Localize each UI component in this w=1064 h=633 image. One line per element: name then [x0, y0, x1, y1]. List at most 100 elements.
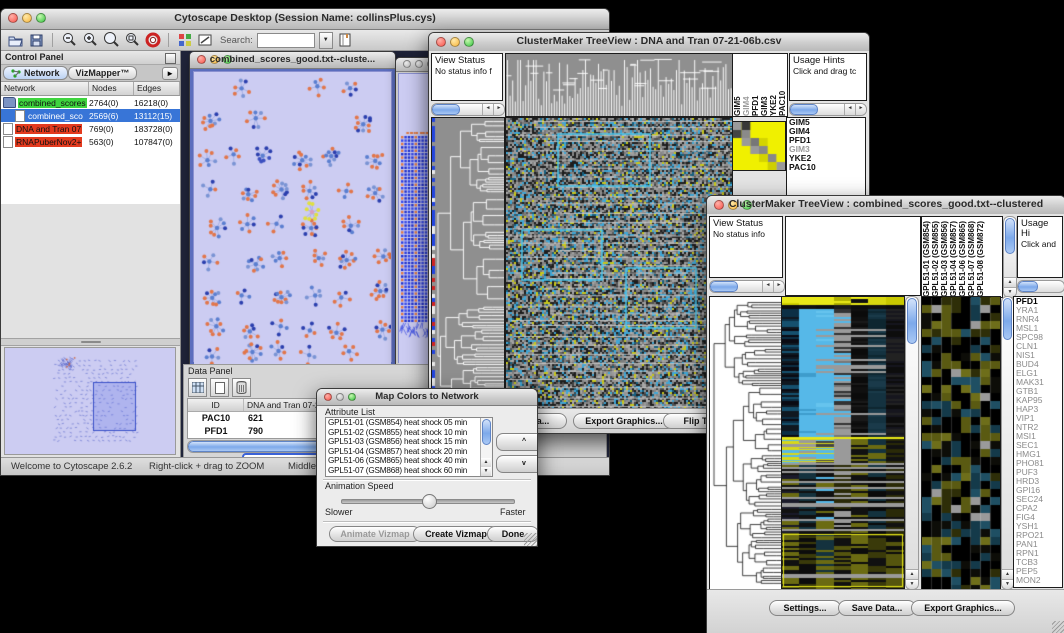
- usage-hints-scrollbar[interactable]: [1017, 280, 1064, 293]
- scroll-left-arrow[interactable]: ◄: [482, 104, 493, 115]
- scroll-down-arrow[interactable]: ▼: [1002, 579, 1013, 589]
- column-label[interactable]: GPL51-06 (GSM865): [958, 217, 967, 297]
- resize-grip[interactable]: [1052, 621, 1064, 633]
- attribute-list-scrollbar[interactable]: ▲ ▼: [480, 418, 492, 476]
- column-header-edges[interactable]: Edges: [134, 82, 180, 95]
- attribute-item[interactable]: GPL51-06 (GSM865) heat shock 40 min: [326, 456, 480, 466]
- save-icon[interactable]: [28, 32, 45, 49]
- usage-hints-scrollbar[interactable]: ◄►: [789, 103, 867, 116]
- heatmap-detail-canvas[interactable]: [732, 121, 786, 171]
- settings-button[interactable]: Settings...: [769, 600, 841, 616]
- scroll-right-arrow[interactable]: ►: [855, 104, 866, 115]
- tab-network[interactable]: Network: [3, 66, 68, 80]
- view-status-scrollbar[interactable]: ◄►: [431, 103, 505, 116]
- column-label[interactable]: GPL51-08 (GSM872): [976, 217, 985, 297]
- column-labels-panel[interactable]: GPL51-01 (GSM854)GPL51-02 (GSM855)GPL51-…: [921, 216, 1003, 298]
- float-panel-icon[interactable]: [165, 53, 176, 64]
- attribute-item[interactable]: GPL51-02 (GSM855) heat shock 10 min: [326, 428, 480, 438]
- slider-thumb[interactable]: [422, 494, 437, 509]
- treeview2-titlebar[interactable]: ClusterMaker TreeView : combined_scores_…: [707, 196, 1064, 215]
- attribute-item[interactable]: GPL51-07 (GSM868) heat shock 60 min: [326, 466, 480, 476]
- zoom-fit-icon[interactable]: [102, 32, 119, 49]
- network-table-row[interactable]: combined_sco 2569(6) 13112(15): [1, 109, 180, 122]
- scrollbar-thumb[interactable]: [907, 298, 917, 344]
- scroll-up-arrow[interactable]: ▲: [1004, 277, 1016, 287]
- column-label[interactable]: GIM5: [733, 54, 742, 116]
- cytoscape-titlebar[interactable]: Cytoscape Desktop (Session Name: collins…: [1, 9, 609, 30]
- move-down-button[interactable]: v: [496, 455, 538, 473]
- annotation-icon[interactable]: [197, 32, 214, 49]
- column-header-id[interactable]: ID: [188, 399, 244, 411]
- column-label[interactable]: GPL51-02 (GSM855): [931, 217, 940, 297]
- row-dendrogram-canvas[interactable]: [709, 296, 783, 590]
- gene-label[interactable]: MON2: [1014, 576, 1062, 585]
- scroll-left-arrow[interactable]: ◄: [844, 104, 855, 115]
- scroll-up-arrow[interactable]: ▲: [1002, 569, 1013, 579]
- heatmap-global-canvas[interactable]: [781, 296, 905, 590]
- save-data-button[interactable]: Save Data...: [838, 600, 916, 616]
- column-label[interactable]: PFD1: [751, 54, 760, 116]
- zoom-selected-icon[interactable]: [123, 32, 140, 49]
- column-label[interactable]: PAC10: [778, 54, 787, 116]
- column-header-nodes[interactable]: Nodes: [89, 82, 134, 95]
- column-label[interactable]: GPL51-01 (GSM854): [922, 217, 931, 297]
- gene-label[interactable]: PAC10: [787, 163, 865, 172]
- network-table-row[interactable]: DNA and Tran 07 769(0) 183728(0): [1, 122, 180, 135]
- heatmap-global-canvas[interactable]: [505, 117, 733, 409]
- help-lifesaver-icon[interactable]: [144, 32, 161, 49]
- column-labels-scrollbar[interactable]: ▲▼: [1003, 216, 1017, 298]
- scroll-up-arrow[interactable]: ▲: [481, 458, 491, 467]
- scrollbar-thumb[interactable]: [432, 104, 460, 115]
- index-book-icon[interactable]: [337, 32, 354, 49]
- panel-splitter[interactable]: [1, 338, 180, 346]
- network-table-header[interactable]: Network Nodes Edges: [1, 82, 180, 96]
- column-dendrogram-area[interactable]: [785, 216, 921, 296]
- attribute-item[interactable]: GPL51-03 (GSM856) heat shock 15 min: [326, 437, 480, 447]
- trash-icon[interactable]: [232, 378, 251, 397]
- heatmap-detail-canvas[interactable]: [921, 296, 1001, 590]
- network-overview-canvas[interactable]: [5, 348, 175, 450]
- scroll-left-arrow[interactable]: ◄: [762, 281, 773, 292]
- resize-grip[interactable]: [524, 533, 537, 546]
- animation-speed-slider[interactable]: [341, 499, 515, 504]
- scroll-right-arrow[interactable]: ►: [493, 104, 504, 115]
- scrollbar-thumb[interactable]: [710, 281, 738, 292]
- gene-label-list[interactable]: PFD1YRA1RNR4MSL1SPC98CLN1NIS1BUD4ELG1MAK…: [1013, 296, 1063, 588]
- scrollbar-thumb[interactable]: [482, 419, 491, 445]
- export-graphics-button[interactable]: Export Graphics...: [573, 413, 675, 429]
- new-page-icon[interactable]: [210, 378, 229, 397]
- network-table-row[interactable]: RNAPuberNov2+ 563(0) 107847(0): [1, 135, 180, 148]
- network-canvas[interactable]: [194, 72, 391, 364]
- treeview1-titlebar[interactable]: ClusterMaker TreeView : DNA and Tran 07-…: [429, 33, 869, 52]
- vizmapper-grid-icon[interactable]: [176, 32, 193, 49]
- column-label[interactable]: GPL51-04 (GSM857): [949, 217, 958, 297]
- attribute-item[interactable]: GPL51-04 (GSM857) heat shock 20 min: [326, 447, 480, 457]
- tab-vizmapper[interactable]: VizMapper™: [68, 66, 138, 80]
- column-label[interactable]: GPL51-07 (GSM868): [967, 217, 976, 297]
- table-grid-icon[interactable]: [188, 378, 207, 397]
- zoom-out-icon[interactable]: [60, 32, 77, 49]
- attribute-item[interactable]: GPL51-01 (GSM854) heat shock 05 min: [326, 418, 480, 428]
- network-view-titlebar[interactable]: combined_scores_good.txt--cluste...: [190, 52, 395, 69]
- scroll-right-arrow[interactable]: ►: [773, 281, 784, 292]
- zoom-in-icon[interactable]: [81, 32, 98, 49]
- scroll-down-arrow[interactable]: ▼: [481, 467, 491, 476]
- column-header-network[interactable]: Network: [1, 82, 89, 95]
- column-label[interactable]: YKE2: [769, 54, 778, 116]
- dialog-titlebar[interactable]: Map Colors to Network: [317, 389, 537, 406]
- heatmap-vscrollbar[interactable]: ▲▼: [905, 296, 919, 590]
- search-input[interactable]: [257, 33, 315, 48]
- search-dropdown-arrow[interactable]: ▼: [319, 32, 333, 49]
- network-overview-panel[interactable]: [4, 347, 176, 455]
- network-table-row[interactable]: combined_scores 2764(0) 16218(0): [1, 96, 180, 109]
- scroll-up-arrow[interactable]: ▲: [906, 569, 918, 579]
- scrollbar-thumb[interactable]: [1003, 298, 1012, 340]
- view-status-scrollbar[interactable]: ◄►: [709, 280, 785, 293]
- move-up-button[interactable]: ^: [496, 433, 538, 451]
- column-label[interactable]: GPL51-03 (GSM856): [940, 217, 949, 297]
- scrollbar-thumb[interactable]: [1018, 281, 1038, 292]
- scrollbar-thumb[interactable]: [1005, 218, 1015, 254]
- column-dendrogram-canvas[interactable]: [505, 53, 733, 117]
- attribute-list[interactable]: GPL51-01 (GSM854) heat shock 05 minGPL51…: [325, 417, 493, 477]
- column-label[interactable]: GIM3: [760, 54, 769, 116]
